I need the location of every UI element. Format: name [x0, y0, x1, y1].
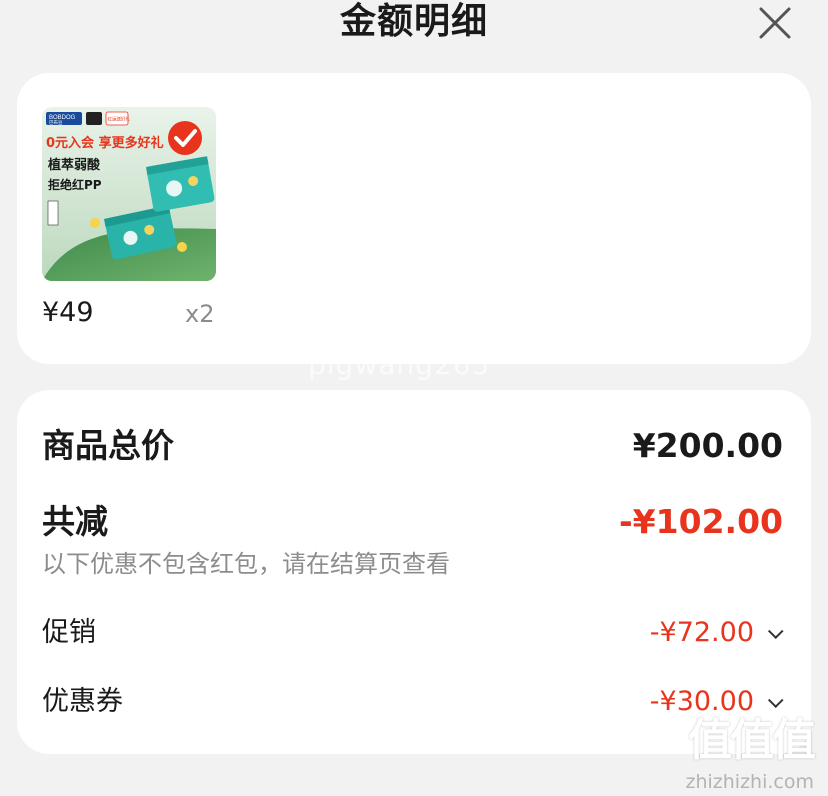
promotion-row[interactable]: -¥72.00 — [649, 614, 784, 652]
product-card: BOBDOG 巴布豆 红运送好礼 0元入会 享更多好礼 植萃弱酸 拒绝红PP ¥… — [17, 73, 811, 364]
total-label: 商品总价 — [42, 426, 174, 465]
close-icon[interactable] — [756, 4, 794, 42]
headline-line2: 拒绝红PP — [48, 177, 102, 192]
promo-text: 0元入会 享更多好礼 — [46, 135, 164, 151]
site-logo-glyphs: 值值值 — [688, 715, 816, 766]
coupon-label: 优惠券 — [42, 686, 123, 717]
product-quantity: x2 — [185, 300, 215, 328]
total-value: ¥200.00 — [632, 426, 783, 465]
chevron-down-icon[interactable] — [767, 692, 784, 709]
promotion-label: 促销 — [42, 617, 96, 648]
discount-hint: 以下优惠不包含红包，请在结算页查看 — [42, 550, 450, 578]
badge-text: 红运送好礼 — [108, 116, 131, 123]
chevron-down-icon[interactable] — [767, 623, 784, 640]
product-price: ¥49 — [42, 297, 94, 328]
page-title: 金额明细 — [339, 1, 488, 42]
promotion-value: -¥72.00 — [649, 617, 754, 648]
headline-line1: 植萃弱酸 — [47, 157, 101, 173]
brand-sub-text: 巴布豆 — [49, 119, 63, 126]
product-image[interactable]: BOBDOG 巴布豆 红运送好礼 0元入会 享更多好礼 植萃弱酸 拒绝红PP — [42, 107, 216, 281]
watermark-text: pigwang265 — [308, 348, 491, 381]
site-logo: 值值值 zhizhizhi.com — [676, 712, 822, 796]
price-summary-card: 商品总价 ¥200.00 共减 -¥102.00 以下优惠不包含红包，请在结算页… — [17, 390, 811, 754]
discount-value: -¥102.00 — [618, 502, 783, 541]
site-logo-url: zhizhizhi.com — [685, 771, 814, 793]
discount-label: 共减 — [42, 502, 108, 541]
